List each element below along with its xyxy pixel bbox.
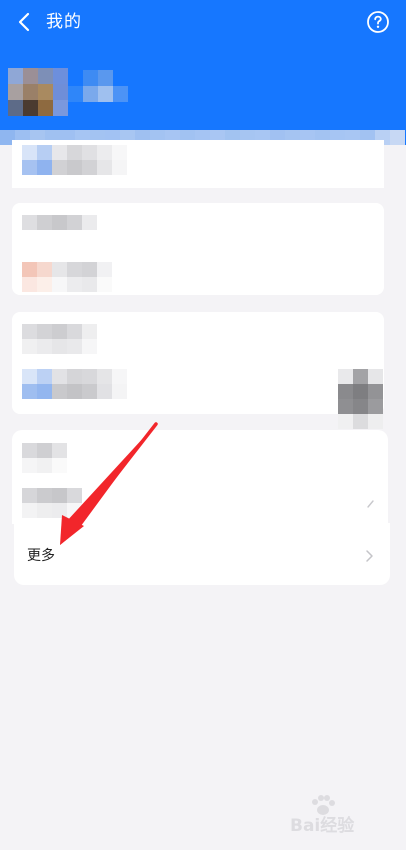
page-title: 我的 [46,12,82,32]
top-nav-bar: 我的 [0,0,406,46]
back-button[interactable] [10,8,38,36]
menu-item-1-obscured[interactable] [22,145,127,175]
menu-item-4-obscured[interactable] [22,324,97,354]
help-button[interactable] [366,10,390,34]
watermark: Bai经验 [286,795,396,836]
qr-thumbnail-obscured[interactable] [338,369,383,429]
menu-item-5-obscured[interactable] [22,369,127,399]
menu-item-7-obscured[interactable] [22,488,82,518]
menu-item-3-obscured[interactable] [22,262,112,292]
more-label: 更多 [27,548,55,564]
watermark-text: Bai经验 [290,816,355,836]
menu-item-2-obscured[interactable] [22,215,97,230]
username-obscured [68,70,128,102]
question-circle-icon [367,11,389,33]
more-menu-item[interactable]: 更多 [14,523,390,585]
chevron-left-icon [18,12,30,32]
chevron-right-icon [366,550,373,562]
chevron-right-icon [367,500,374,508]
menu-item-6-obscured[interactable] [22,443,67,473]
avatar-obscured[interactable] [8,68,68,116]
